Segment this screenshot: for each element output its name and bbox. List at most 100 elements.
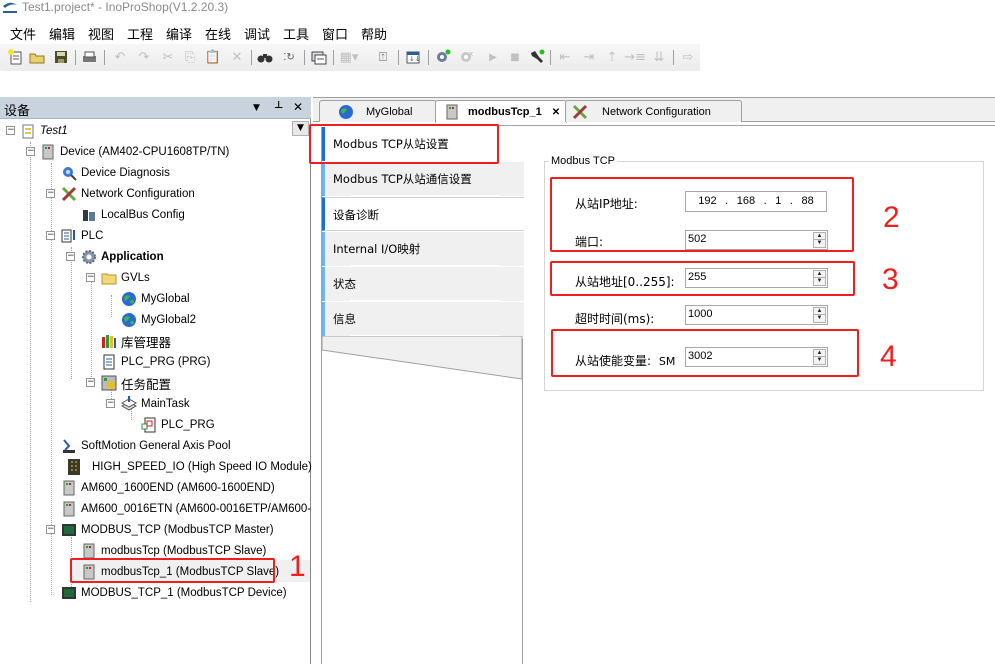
logout-icon[interactable]: x [458,48,476,66]
open-folder-icon[interactable] [28,48,46,66]
groupbox-title: Modbus TCP [549,155,617,167]
replace-icon[interactable]: ⁚↻ [280,48,298,66]
find-icon[interactable] [256,48,274,66]
tree-item-localbus-config[interactable]: LocalBus Config [81,205,185,225]
step-out-icon[interactable]: ⇡ [603,48,621,66]
ethernet-port-icon [61,522,77,538]
tree-item-maintask[interactable]: MainTask [120,394,190,414]
menu-window[interactable]: 窗口 [322,24,348,43]
tree-toggle[interactable]: − [46,189,55,198]
settings-tool-icon[interactable] [528,48,546,66]
tree-item-network-configuration[interactable]: Network Configuration [61,184,195,204]
run-to-cursor-icon[interactable]: →≡ [624,48,646,66]
pin-icon[interactable]: ⊥ [274,100,283,111]
menu-build[interactable]: 编译 [166,24,192,43]
tree-toggle[interactable]: − [46,525,55,534]
annotation-box-1 [70,558,275,583]
close-panel-icon[interactable]: ✕ [293,100,303,114]
globe-icon [338,104,354,120]
save-icon[interactable] [52,48,70,66]
project-icon[interactable] [310,48,328,66]
subnav-internal-io-mapping[interactable]: Internal I/O映射 [322,232,524,266]
annotation-box-4 [551,329,859,377]
timeout-spinner[interactable]: ▲ ▼ [813,307,826,323]
timeout-label: 超时时间(ms): [575,312,655,326]
tree-item-plc-prg[interactable]: PLC_PRG (PRG) [101,352,210,372]
tree-toggle[interactable]: − [26,147,35,156]
tab-myglobal[interactable]: MyGlobal [319,100,437,122]
tab-modbustcp-1[interactable]: modbusTcp_1 ✕ [435,100,567,123]
tree-item-am600-0016etn[interactable]: AM600_0016ETN (AM600-0016ETP/AM600-0016E… [61,499,311,519]
subnav-slave-comm-settings[interactable]: Modbus TCP从站通信设置 [322,162,524,196]
menu-debug[interactable]: 调试 [244,24,270,43]
menu-view[interactable]: 视图 [88,24,114,43]
subnav-information[interactable]: 信息 [322,302,524,336]
stop-icon[interactable]: ■ [506,48,524,66]
cut-icon[interactable]: ✂ [159,48,177,66]
devices-panel-header: 设备 ▼ ⊥ ✕ [0,97,311,119]
network-config-icon [572,104,588,120]
close-tab-icon[interactable]: ✕ [552,107,560,118]
application-gear-icon [81,249,97,265]
copy-icon[interactable]: ⎘ [181,48,199,66]
tree-toggle[interactable]: − [66,252,75,261]
tree-item-task-configuration[interactable]: 任务配置 [101,373,171,393]
paste-icon[interactable]: 📋 [204,48,222,66]
tree-toggle[interactable]: − [106,399,115,408]
next-arrow-icon[interactable]: ⇨ [679,48,697,66]
update-icon[interactable]: ⍐ [374,48,392,66]
device-icon [40,144,56,160]
tree-item-myglobal[interactable]: MyGlobal [121,289,190,309]
tree-item-library-manager[interactable]: 库管理器 [101,331,171,351]
step-over-icon[interactable]: ⇤ [556,48,574,66]
compile-icon[interactable]: ↓↓ [404,48,422,66]
tree-item-application[interactable]: Application [81,247,164,267]
menu-online[interactable]: 在线 [205,24,231,43]
set-next-icon[interactable]: ⇊ [650,48,668,66]
spin-up-icon: ▲ [814,308,825,315]
tree-item-modbus-tcp-device[interactable]: MODBUS_TCP_1 (ModbusTCP Device) [61,583,287,603]
axis-pool-icon [61,438,77,454]
tree-item-plc-prg-call[interactable]: PLC_PRG [141,415,215,435]
timeout-field[interactable]: 1000 ▲ ▼ [685,305,828,325]
tree-toggle[interactable]: − [6,126,15,135]
add-device-icon[interactable]: ▦▾ [340,48,359,66]
menu-project[interactable]: 工程 [127,24,153,43]
tree-item-project[interactable]: Test1 [20,121,68,141]
step-into-icon[interactable]: ⇥ [580,48,598,66]
new-file-icon[interactable] [6,48,24,66]
tree-toggle[interactable]: − [46,231,55,240]
tab-network-configuration[interactable]: Network Configuration [565,100,742,122]
tree-dropdown-button[interactable]: ▼ [292,121,309,136]
annotation-box-3 [550,261,855,296]
tree-item-plc[interactable]: PLC [61,226,103,246]
ethernet-port-icon [61,585,77,601]
tree-item-axis-pool[interactable]: SoftMotion General Axis Pool [61,436,231,456]
window-title: Test1.project* - InoProShop(V1.2.20.3) [22,0,229,14]
menu-help[interactable]: 帮助 [361,24,387,43]
device-icon [61,480,77,496]
subnav-device-diagnosis[interactable]: 设备诊断 [322,197,524,231]
undo-icon[interactable]: ↶ [111,48,129,66]
tree-item-am600-1600end[interactable]: AM600_1600END (AM600-1600END) [61,478,275,498]
annotation-number-1: 1 [289,550,306,583]
menu-tools[interactable]: 工具 [283,24,309,43]
tree-item-device-diagnosis[interactable]: Device Diagnosis [61,163,170,183]
delete-icon[interactable]: ✕ [228,48,246,66]
menu-edit[interactable]: 编辑 [49,24,75,43]
redo-icon[interactable]: ↷ [135,48,153,66]
print-icon[interactable] [80,48,98,66]
panel-dropdown-icon[interactable]: ▼ [253,103,260,113]
menu-file[interactable]: 文件 [10,24,36,43]
run-icon[interactable]: ▶ [484,48,502,66]
tree-item-modbus-tcp-master[interactable]: MODBUS_TCP (ModbusTCP Master) [61,520,274,540]
tree-toggle[interactable]: − [86,378,95,387]
subnav-status[interactable]: 状态 [322,267,524,301]
tree-item-myglobal2[interactable]: MyGlobal2 [121,310,196,330]
tree-item-device[interactable]: Device (AM402-CPU1608TP/TN) [40,142,229,162]
device-editor-subnav: Modbus TCP从站设置 Modbus TCP从站通信设置 设备诊断 Int… [322,127,524,380]
tree-toggle[interactable]: − [86,273,95,282]
tree-item-high-speed-io[interactable]: HIGH_SPEED_IO (High Speed IO Module) [66,457,312,477]
tree-item-gvls[interactable]: GVLs [101,268,150,288]
login-icon[interactable] [434,48,452,66]
